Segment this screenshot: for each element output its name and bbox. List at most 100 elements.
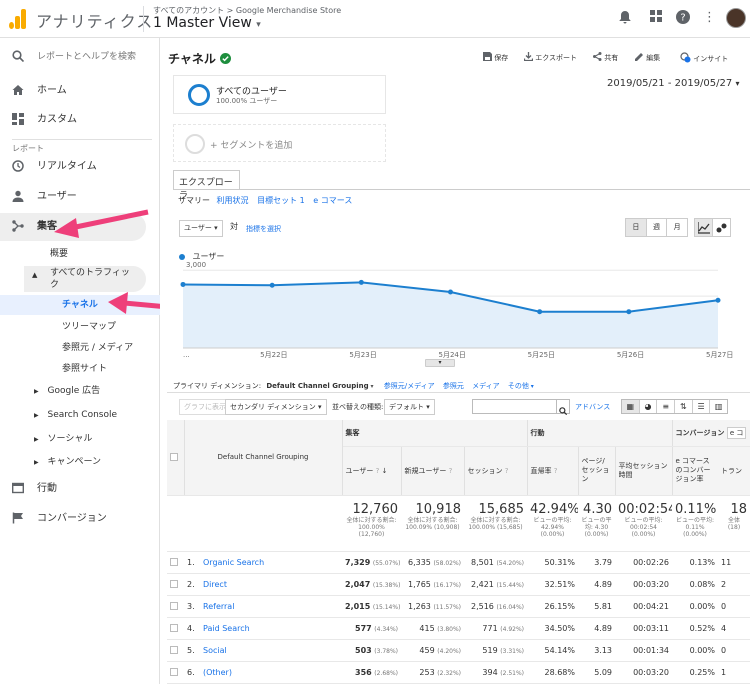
dimension-source-medium[interactable]: 参照元/メディア — [384, 382, 435, 390]
insights-button[interactable]: インサイト — [680, 52, 728, 64]
chart-resize-handle[interactable]: ▾ — [425, 359, 455, 367]
view-selector[interactable]: 1 Master View ▾ — [153, 15, 261, 31]
row-checkbox[interactable] — [170, 602, 178, 610]
granularity-day[interactable]: 日 — [626, 219, 647, 236]
users-line-chart[interactable]: 3,0002,0001,000...5月22日5月23日5月24日5月25日5月… — [173, 260, 733, 372]
sidebar-item-source-medium[interactable]: 参照元 / メディア — [62, 342, 133, 354]
table-row[interactable]: 6. (Other) 356 (2.68%) 253 (2.32%) 394 (2.51… — [167, 661, 750, 684]
insights-icon — [680, 52, 691, 63]
date-range-picker[interactable]: 2019/05/21 - 2019/05/27 ▾ — [607, 78, 739, 89]
row-checkbox[interactable] — [170, 558, 178, 566]
dimension-source[interactable]: 参照元 — [443, 382, 464, 390]
help-icon[interactable]: ? — [676, 10, 690, 29]
row-checkbox[interactable] — [170, 580, 178, 588]
channel-link[interactable]: Referral — [203, 602, 234, 611]
save-button[interactable]: 保存 — [483, 52, 508, 63]
dimension-header[interactable]: Default Channel Grouping — [184, 420, 343, 496]
subtab-goal-set[interactable]: 目標セット 1 — [257, 196, 305, 205]
sidebar-item-social[interactable]: ▶ ソーシャル — [34, 433, 92, 446]
term-cloud-icon[interactable]: ☰ — [693, 400, 711, 413]
sidebar-item-overview[interactable]: 概要 — [50, 248, 68, 260]
apps-grid-icon[interactable] — [650, 10, 662, 27]
cell-bounce-rate: 32.51% — [527, 573, 578, 596]
col-users[interactable]: ユーザー ? ↓ — [342, 446, 402, 496]
granularity-week[interactable]: 週 — [647, 219, 668, 236]
channel-link[interactable]: Paid Search — [203, 624, 250, 633]
table-row[interactable]: 3. Referral 2,015 (15.14%) 1,263 (11.57%) 2,… — [167, 595, 750, 618]
sort-arrow-down-icon: ↓ — [381, 466, 388, 475]
col-transactions[interactable]: トラン — [718, 446, 750, 496]
table-grid-icon[interactable]: ▦ — [622, 400, 640, 413]
bell-icon[interactable] — [619, 10, 631, 29]
metric-select[interactable]: ユーザー ▾ — [179, 220, 223, 237]
caret-down-icon: ▾ — [426, 403, 430, 411]
data-point[interactable] — [358, 279, 364, 285]
subtab-usage[interactable]: 利用状況 — [217, 196, 249, 205]
share-button[interactable]: 共有 — [593, 52, 618, 63]
table-row[interactable]: 4. Paid Search 577 (4.34%) 415 (3.80%) 771 (… — [167, 617, 750, 640]
row-checkbox[interactable] — [170, 624, 178, 632]
filter-search-icon[interactable] — [557, 399, 570, 416]
group-behavior: 行動 — [527, 420, 673, 447]
sidebar-item-referrals[interactable]: 参照サイト — [62, 363, 107, 375]
explorer-tab[interactable]: エクスプローラ — [173, 170, 240, 201]
table-row[interactable]: 5. Social 503 (3.78%) 459 (4.20%) 519 (3.31%… — [167, 639, 750, 662]
bar-view-icon[interactable]: ≡ — [657, 400, 676, 413]
segment-all-users[interactable]: すべてのユーザー 100.00% ユーザー — [173, 75, 386, 114]
sidebar-item-all-traffic[interactable]: ▲ すべてのトラフィック — [24, 266, 146, 292]
dimension-active[interactable]: Default Channel Grouping — [266, 382, 368, 390]
avatar[interactable] — [726, 8, 746, 28]
sidebar-item-campaigns[interactable]: ▶ キャンペーン — [34, 456, 101, 469]
channel-link[interactable]: (Other) — [203, 668, 232, 677]
pivot-view-icon[interactable]: ▥ — [710, 400, 727, 413]
select-all-checkbox[interactable] — [170, 453, 178, 462]
row-checkbox[interactable] — [170, 668, 178, 676]
add-segment-label: + セグメントを追加 — [210, 141, 293, 151]
search-input[interactable]: レポートとヘルプを検索 — [37, 50, 136, 64]
col-new-users[interactable]: 新規ユーザー ? — [401, 446, 465, 496]
export-button[interactable]: エクスポート — [523, 52, 577, 63]
edit-button[interactable]: 編集 — [635, 52, 660, 63]
compare-view-icon[interactable]: ⇅ — [675, 400, 693, 413]
data-point[interactable] — [448, 289, 453, 295]
pick-metric-link[interactable]: 指標を選択 — [246, 224, 281, 234]
col-sessions[interactable]: セッション ? — [464, 446, 528, 496]
sidebar-item-google-ads[interactable]: ▶ Google 広告 — [34, 385, 100, 398]
data-point[interactable] — [269, 282, 275, 288]
table-row[interactable]: 2. Direct 2,047 (15.38%) 1,765 (16.17%) 2,42… — [167, 573, 750, 596]
data-point[interactable] — [537, 309, 543, 315]
channel-link[interactable]: Social — [203, 646, 227, 655]
dimension-other[interactable]: その他 — [508, 382, 529, 390]
plot-rows-button[interactable]: グラフに表示 — [179, 399, 231, 415]
subtab-ecommerce[interactable]: e コマース — [313, 196, 352, 205]
advanced-filter-link[interactable]: アドバンス — [575, 402, 610, 412]
sort-type-select[interactable]: デフォルト ▾ — [384, 399, 435, 415]
subtab-summary[interactable]: サマリー — [178, 196, 210, 205]
sidebar-item-treemap[interactable]: ツリーマップ — [62, 321, 116, 333]
row-checkbox[interactable] — [170, 646, 178, 654]
col-ecommerce-conversion-rate[interactable]: e コマースのコンバージョン率 — [672, 446, 718, 496]
pie-view-icon[interactable]: ◕ — [640, 400, 658, 413]
goal-select[interactable]: e コ — [726, 426, 747, 439]
flag-icon — [12, 512, 24, 527]
dimension-medium[interactable]: メディア — [472, 382, 500, 390]
col-bounce-rate[interactable]: 直帰率 ? — [527, 446, 579, 496]
more-vert-icon[interactable]: ⋮ — [703, 10, 716, 26]
add-segment-button[interactable]: + セグメントを追加 — [173, 124, 386, 162]
col-avg-session-duration[interactable]: 平均セッション時間 — [615, 446, 673, 496]
data-point[interactable] — [180, 281, 186, 287]
table-filter-input[interactable] — [472, 399, 557, 414]
data-point[interactable] — [715, 297, 721, 303]
col-pages-per-session[interactable]: ページ/セッション — [578, 446, 616, 496]
line-chart-icon[interactable] — [695, 219, 713, 236]
sidebar-item-search-console[interactable]: ▶ Search Console — [34, 409, 117, 422]
motion-chart-icon[interactable] — [713, 219, 730, 236]
analytics-logo-icon[interactable] — [9, 9, 27, 29]
data-point[interactable] — [626, 309, 632, 315]
granularity-month[interactable]: 月 — [667, 219, 687, 236]
channel-link[interactable]: Organic Search — [203, 558, 264, 567]
channel-link[interactable]: Direct — [203, 580, 227, 589]
table-row[interactable]: 1. Organic Search 7,329 (55.07%) 6,335 (58.… — [167, 551, 750, 574]
cell-transactions: 0 — [718, 595, 750, 618]
secondary-dimension-select[interactable]: セカンダリ ディメンション ▾ — [225, 399, 327, 415]
